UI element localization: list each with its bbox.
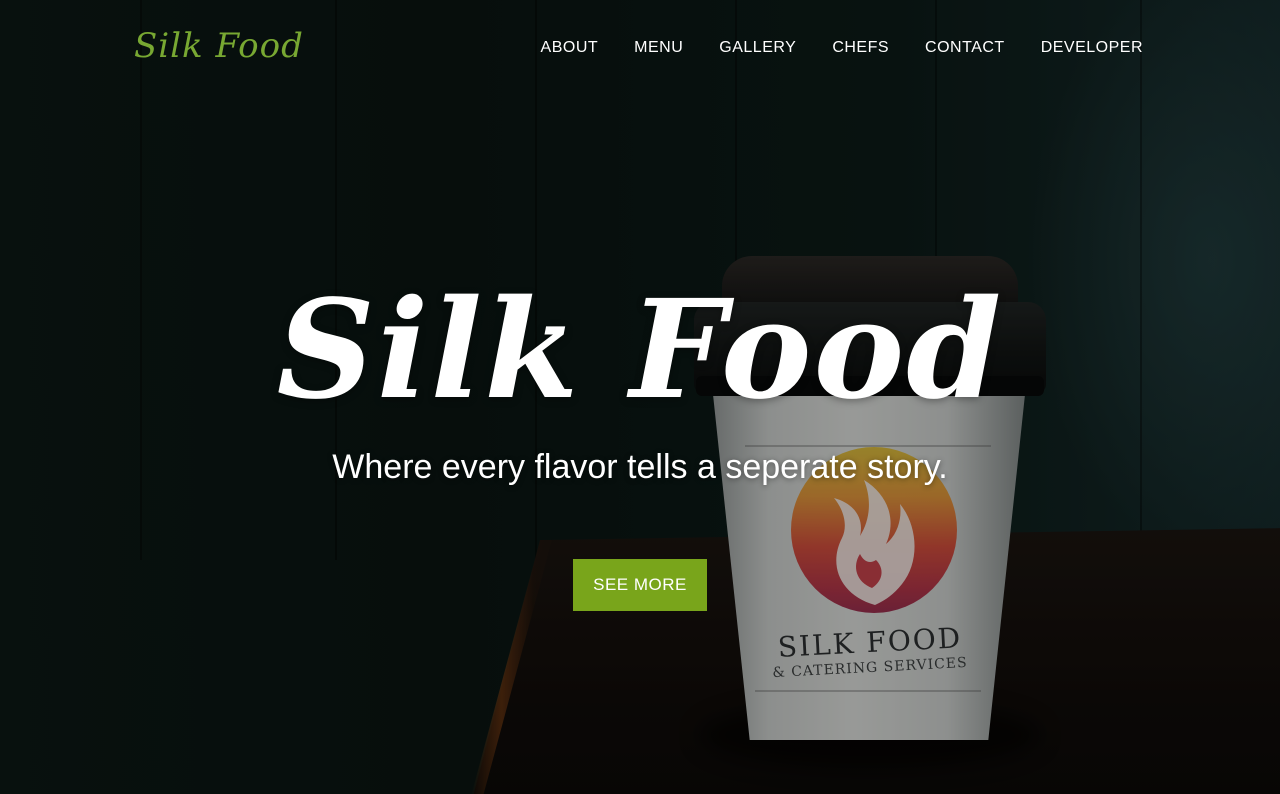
nav-link-chefs[interactable]: CHEFS: [832, 39, 889, 57]
nav-link-gallery[interactable]: GALLERY: [719, 39, 796, 57]
brand-logo-link[interactable]: Silk Food: [134, 26, 304, 66]
nav-link-developer[interactable]: DEVELOPER: [1041, 39, 1143, 57]
hero-section: SILK FOOD & CATERING SERVICES Silk Food …: [0, 0, 1280, 794]
see-more-button[interactable]: SEE MORE: [573, 559, 707, 611]
nav-link-menu[interactable]: MENU: [634, 39, 683, 57]
nav-link-contact[interactable]: CONTACT: [925, 39, 1005, 57]
main-nav: ABOUT MENU GALLERY CHEFS CONTACT DEVELOP…: [541, 39, 1143, 57]
hero-subtitle: Where every flavor tells a seperate stor…: [332, 448, 948, 486]
hero-title: Silk Food: [276, 270, 1004, 430]
nav-link-about[interactable]: ABOUT: [541, 39, 599, 57]
